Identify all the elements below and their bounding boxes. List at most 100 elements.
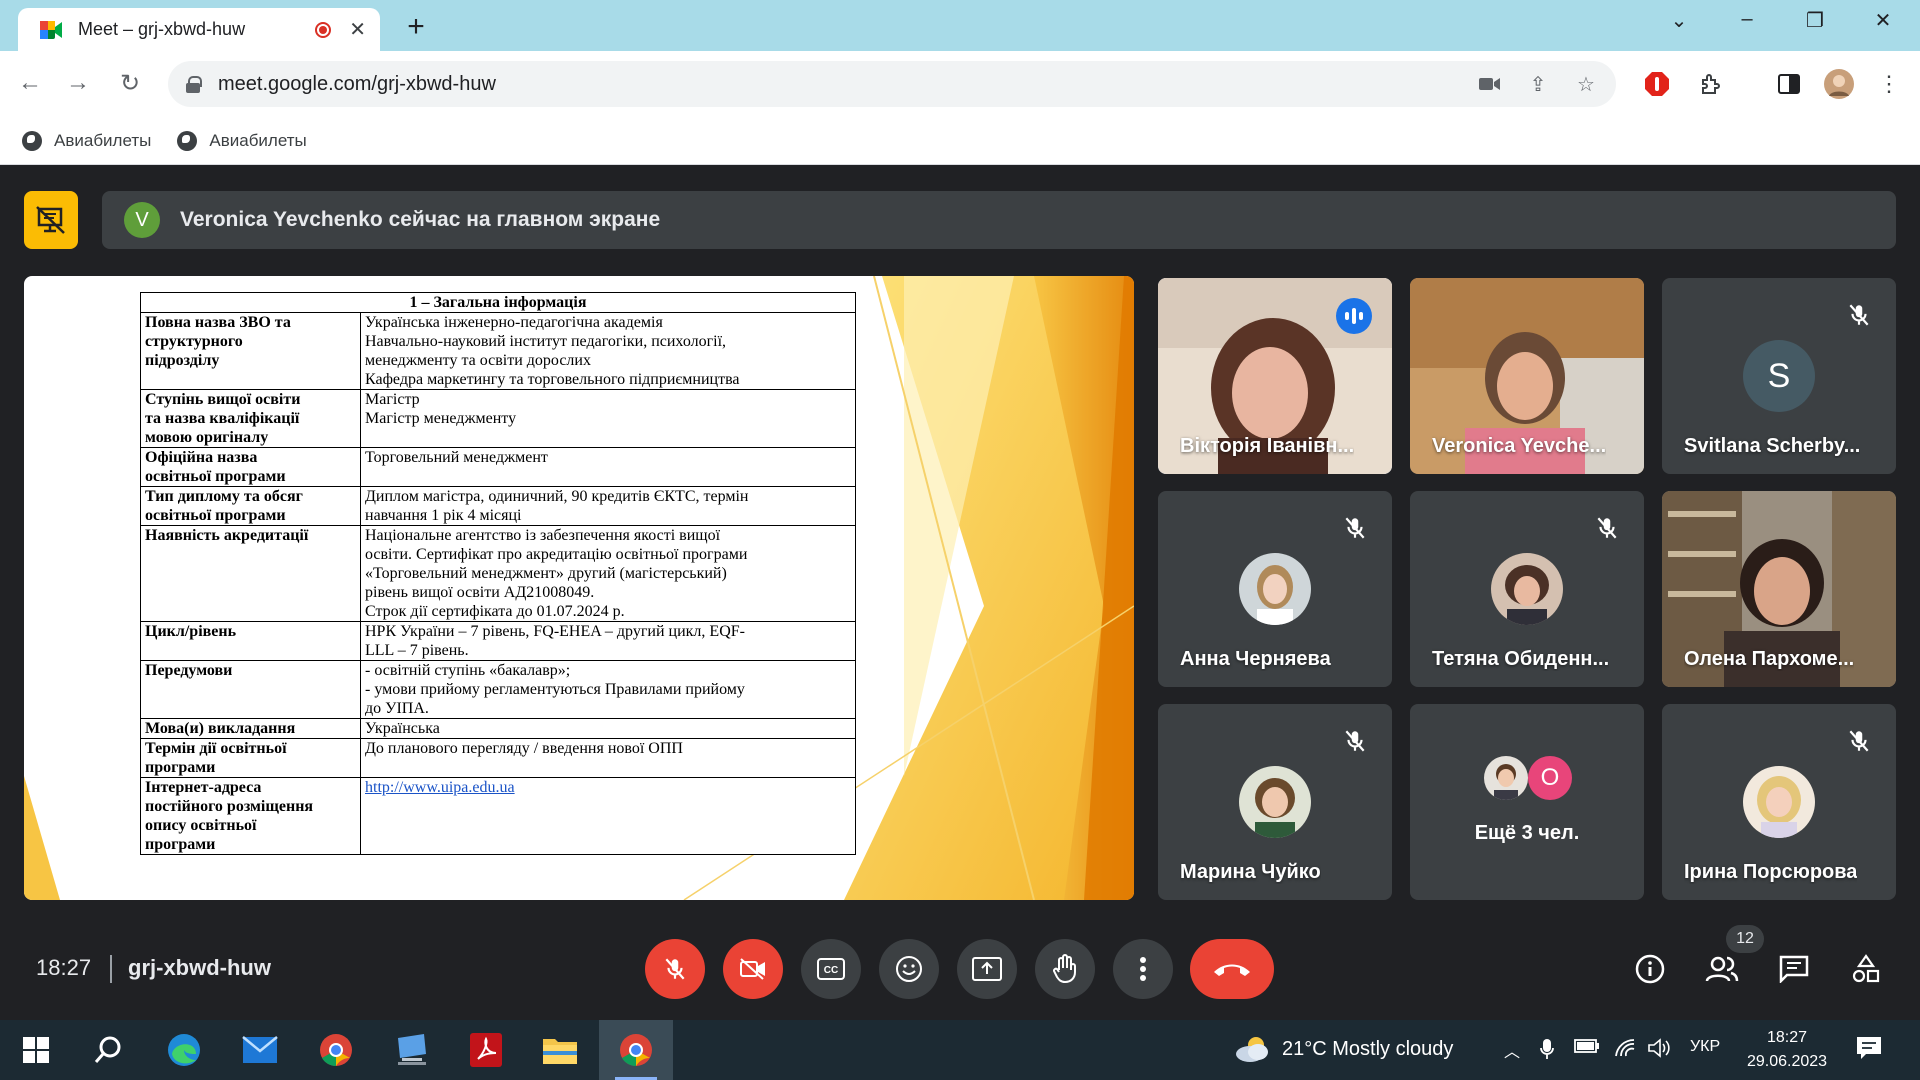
speaking-indicator-icon xyxy=(1336,298,1372,334)
participant-avatar xyxy=(1239,553,1311,625)
table-value-line: НРК України – 7 рівень, FQ-EHEA – другий… xyxy=(365,623,745,640)
forward-icon[interactable]: → xyxy=(60,65,96,101)
table-key-cell: Передумови xyxy=(140,660,361,719)
participant-tile[interactable]: Олена Пархоме... xyxy=(1662,491,1896,687)
people-icon xyxy=(1705,956,1739,982)
participant-tile[interactable]: S Svitlana Scherby... xyxy=(1662,278,1896,474)
bookmark-star-icon[interactable]: ☆ xyxy=(1568,66,1604,102)
table-row: Термін дії освітньої програми До планового… xyxy=(140,738,856,778)
bookmark-item[interactable]: Авиабилеты xyxy=(22,130,152,151)
table-key-line: Ступінь вищої освіти xyxy=(145,391,301,408)
battery-icon[interactable] xyxy=(1574,1038,1600,1059)
file-explorer-icon[interactable] xyxy=(540,1030,580,1070)
table-value-cell: http://www.uipa.edu.ua xyxy=(360,777,856,855)
table-key-line: Термін дії освітньої xyxy=(145,740,287,757)
participant-name: Марина Чуйко xyxy=(1180,861,1321,883)
network-icon[interactable] xyxy=(1614,1038,1636,1063)
table-key-line: опису освітньої xyxy=(145,817,257,834)
presentation-paused-icon[interactable] xyxy=(24,191,78,249)
profile-avatar[interactable] xyxy=(1822,67,1856,101)
people-button[interactable] xyxy=(1698,945,1746,993)
restore-icon[interactable]: ❐ xyxy=(1800,8,1830,33)
more-options-button[interactable] xyxy=(1113,939,1173,999)
participant-tile[interactable]: Тетяна Обиденн... xyxy=(1410,491,1644,687)
new-tab-button[interactable]: + xyxy=(398,9,434,45)
program-url-link[interactable]: http://www.uipa.edu.ua xyxy=(365,778,851,797)
minimize-icon[interactable]: – xyxy=(1732,8,1762,31)
activities-button[interactable] xyxy=(1842,945,1890,993)
extensions-puzzle-icon[interactable] xyxy=(1694,67,1728,101)
tray-chevron-up-icon[interactable]: ︿ xyxy=(1504,1038,1520,1062)
volume-icon[interactable] xyxy=(1648,1038,1672,1063)
input-language-indicator[interactable]: УКР xyxy=(1690,1038,1720,1056)
table-key-line: освітньої програми xyxy=(145,468,286,485)
table-value-cell: До планового перегляду / введення нової … xyxy=(360,738,856,778)
mic-off-icon xyxy=(1345,730,1365,752)
weather-widget[interactable]: 21°C Mostly cloudy xyxy=(1232,1034,1453,1064)
tray-mic-icon[interactable] xyxy=(1540,1038,1554,1065)
table-key-line: Тип диплому та обсяг xyxy=(145,488,303,505)
url-text[interactable]: meet.google.com/grj-xbwd-huw xyxy=(218,73,1472,96)
chrome-icon[interactable] xyxy=(316,1030,356,1070)
chrome-menu-icon[interactable]: ⋮ xyxy=(1872,67,1906,101)
chat-button[interactable] xyxy=(1770,945,1818,993)
more-participants-tile[interactable]: О Ещё 3 чел. xyxy=(1410,704,1644,900)
table-row: Тип диплому та обсяг освітньої програми Ди… xyxy=(140,486,856,526)
closed-captions-icon: CC xyxy=(817,958,845,980)
tab-search-icon[interactable]: ⌄ xyxy=(1664,8,1694,33)
mail-icon[interactable] xyxy=(240,1030,280,1070)
table-value-line: Навчально-науковий інститут педагогіки, … xyxy=(365,333,727,350)
acrobat-reader-icon[interactable] xyxy=(466,1030,506,1070)
mic-off-icon xyxy=(665,958,685,980)
table-key-line: Мова(и) викладання xyxy=(145,720,296,737)
close-window-icon[interactable]: ✕ xyxy=(1868,8,1898,33)
table-row: Цикл/рівень НРК України – 7 рівень, FQ-EH… xyxy=(140,621,856,661)
edge-browser-icon[interactable] xyxy=(164,1030,204,1070)
table-key-cell: Інтернет-адреса постійного розміщення опис… xyxy=(140,777,361,855)
omnibox[interactable]: meet.google.com/grj-xbwd-huw ⇪ ☆ xyxy=(168,61,1616,107)
participant-tile[interactable]: Вікторія Іванівн... xyxy=(1158,278,1392,474)
captions-button[interactable]: CC xyxy=(801,939,861,999)
participant-tile[interactable]: Veronica Yevche... xyxy=(1410,278,1644,474)
taskbar-clock[interactable]: 18:27 29.06.2023 xyxy=(1746,1026,1828,1074)
slide-info-table: 1 – Загальна інформація Повна назва ЗВО … xyxy=(140,292,856,855)
computer-icon[interactable] xyxy=(392,1030,432,1070)
search-icon[interactable] xyxy=(88,1030,128,1070)
reactions-button[interactable] xyxy=(879,939,939,999)
table-value-line: освіти. Сертифікат про акредитацію освіт… xyxy=(365,546,748,563)
reload-icon[interactable]: ↻ xyxy=(112,65,148,101)
share-icon[interactable]: ⇪ xyxy=(1520,66,1556,102)
camera-toggle-button[interactable] xyxy=(723,939,783,999)
table-row: Ступінь вищої освіти та назва кваліфікаці… xyxy=(140,389,856,448)
chrome-active-icon[interactable] xyxy=(616,1030,656,1070)
leave-call-button[interactable] xyxy=(1190,939,1274,999)
bookmarks-bar: Авиабилеты Авиабилеты xyxy=(0,117,1920,165)
table-row: Повна назва ЗВО та структурного підрозділу… xyxy=(140,312,856,390)
bookmark-label: Авиабилеты xyxy=(54,130,152,150)
meeting-details-button[interactable] xyxy=(1626,945,1674,993)
table-value-cell: Національне агентство із забезпечення як… xyxy=(360,525,856,622)
present-screen-button[interactable] xyxy=(957,939,1017,999)
table-value-line: - умови прийому регламентуються Правилам… xyxy=(365,681,745,698)
participant-name: Ірина Порсюрова xyxy=(1684,861,1858,883)
lock-icon[interactable] xyxy=(186,76,202,93)
participant-tile[interactable]: Марина Чуйко xyxy=(1158,704,1392,900)
present-screen-icon xyxy=(972,957,1002,981)
adblock-extension-icon[interactable] xyxy=(1640,67,1674,101)
tab-close-icon[interactable]: ✕ xyxy=(349,17,366,42)
back-icon[interactable]: ← xyxy=(12,65,48,101)
side-panel-icon[interactable] xyxy=(1772,67,1806,101)
globe-icon xyxy=(177,130,198,151)
windows-start-icon[interactable] xyxy=(16,1030,56,1070)
bookmark-item[interactable]: Авиабилеты xyxy=(177,130,307,151)
participant-tile[interactable]: Анна Черняева xyxy=(1158,491,1392,687)
camera-icon[interactable] xyxy=(1472,66,1508,102)
emoji-icon xyxy=(896,956,922,982)
raise-hand-button[interactable] xyxy=(1035,939,1095,999)
table-value-cell: Українська інженерно-педагогічна академі… xyxy=(360,312,856,390)
participant-tile[interactable]: Ірина Порсюрова xyxy=(1662,704,1896,900)
browser-tab-meet[interactable]: Meet – grj-xbwd-huw ✕ xyxy=(18,8,380,51)
notifications-icon[interactable] xyxy=(1856,1036,1882,1065)
mic-toggle-button[interactable] xyxy=(645,939,705,999)
table-key-cell: Офіційна назва освітньої програми xyxy=(140,447,361,487)
